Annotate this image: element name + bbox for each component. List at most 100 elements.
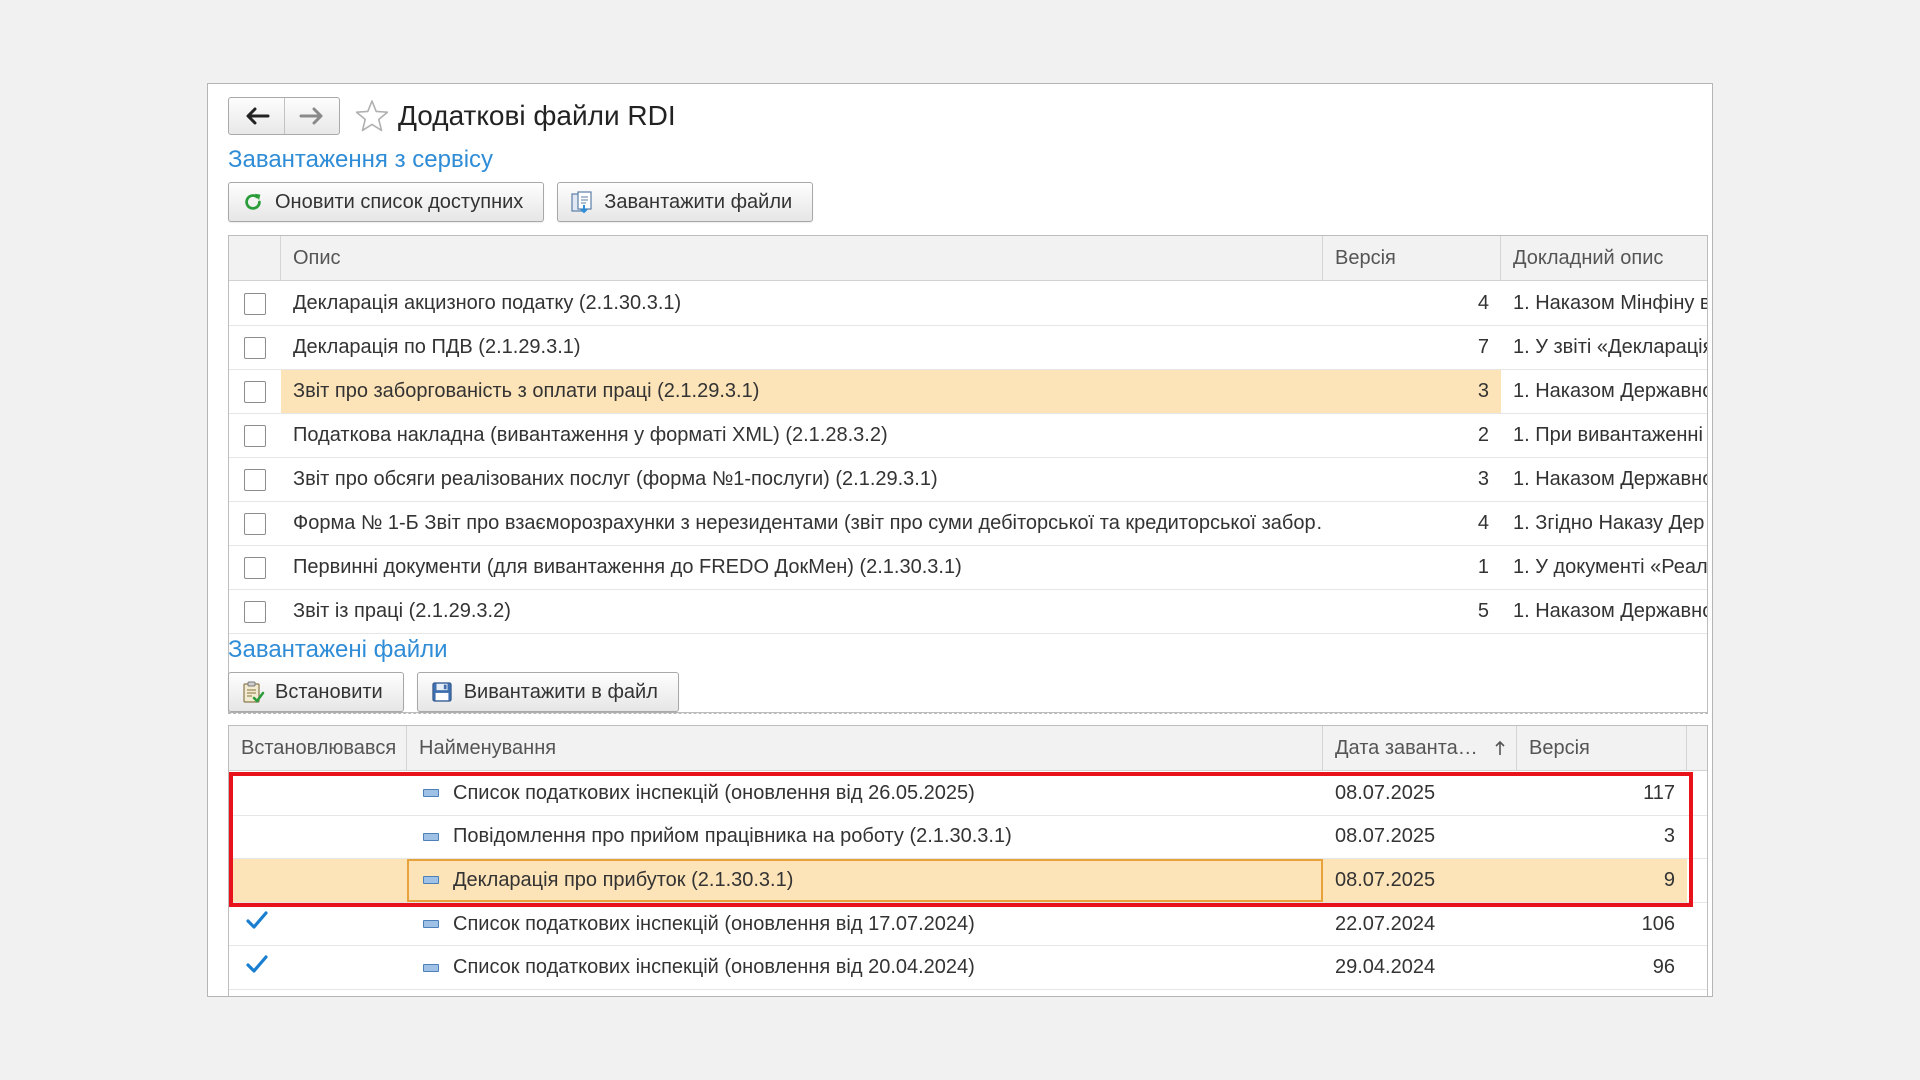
row-version: 117: [1643, 781, 1675, 804]
column-details[interactable]: Докладний опис: [1501, 236, 1707, 280]
row-description: Звіт про заборгованість з оплати праці (…: [281, 370, 1323, 413]
service-row[interactable]: Первинні документи (для вивантаження до …: [229, 546, 1707, 590]
row-description: Звіт із праці (2.1.29.3.2): [293, 600, 511, 622]
row-installed: [229, 772, 407, 815]
service-row[interactable]: Декларація по ПДВ (2.1.29.3.1) 7 1. У звіт…: [229, 326, 1707, 370]
row-description: Форма № 1-Б Звіт про взаєморозрахунки з …: [293, 512, 1323, 534]
row-details: 1. При вивантаженні: [1513, 424, 1703, 446]
refresh-icon: [241, 190, 265, 214]
column-version[interactable]: Версія: [1323, 236, 1501, 280]
document-icon: [423, 876, 439, 885]
row-version: 1: [1477, 556, 1489, 578]
refresh-list-button[interactable]: Оновити список доступних: [228, 182, 545, 222]
column-installed[interactable]: Встановлювався: [229, 726, 407, 770]
downloaded-files-table[interactable]: Встановлювався Найменування Дата заванта…: [228, 725, 1708, 996]
service-row[interactable]: Звіт із праці (2.1.29.3.2) 5 1. Наказом Де…: [229, 590, 1707, 634]
column-downloaded-version[interactable]: Версія: [1517, 726, 1687, 770]
row-checkbox-cell: [229, 546, 281, 589]
service-row[interactable]: Звіт про заборгованість з оплати праці (…: [229, 370, 1707, 414]
back-button[interactable]: [229, 98, 284, 134]
downloaded-row[interactable]: Декларація про прибуток (2.1.30.3.1) 08.0…: [229, 859, 1707, 903]
row-extra: [1687, 946, 1707, 989]
row-details: 1. Наказом Державно: [1513, 468, 1707, 490]
downloaded-row[interactable]: Список податкових інспекцій (оновлення в…: [229, 946, 1707, 990]
star-icon[interactable]: [354, 98, 390, 134]
row-checkbox[interactable]: [244, 336, 266, 359]
row-extra: [1687, 903, 1707, 946]
row-description: Декларація акцизного податку (2.1.30.3.1…: [293, 292, 682, 314]
row-installed: [229, 946, 407, 989]
downloaded-section-title: Завантажені файли: [228, 636, 448, 663]
row-version: 9: [1517, 859, 1687, 902]
arrow-right-icon: [299, 107, 323, 125]
row-version: 4: [1477, 512, 1489, 534]
row-name: Декларація про прибуток (2.1.30.3.1): [453, 868, 794, 891]
service-toolbar: Оновити список доступних Завантажити фай…: [228, 182, 814, 222]
document-icon: [423, 920, 439, 929]
column-date[interactable]: Дата заванта…: [1323, 726, 1517, 770]
checkmark-icon: [245, 954, 269, 982]
row-installed: [229, 903, 407, 946]
app-window: Додаткові файли RDI Завантаження з серві…: [207, 83, 1713, 997]
row-date: 08.07.2025: [1335, 781, 1436, 804]
column-extra: [1687, 726, 1707, 770]
row-name-cell: Список податкових інспекцій (оновлення в…: [407, 903, 1323, 946]
row-name: Повідомлення про прийом працівника на ро…: [453, 825, 1012, 848]
row-checkbox[interactable]: [244, 380, 266, 403]
downloaded-row[interactable]: Список податкових інспекцій (оновлення в…: [229, 772, 1707, 816]
row-name-cell: Повідомлення про прийом працівника на ро…: [407, 816, 1323, 859]
row-version: 96: [1652, 956, 1675, 979]
row-date: 22.07.2024: [1335, 912, 1436, 935]
service-row[interactable]: Звіт про обсяги реалізованих послуг (фор…: [229, 458, 1707, 502]
row-name: Список податкових інспекцій (оновлення в…: [453, 912, 975, 935]
service-files-table[interactable]: Опис Версія Докладний опис Декларація ак…: [228, 235, 1708, 713]
downloaded-table-header: Встановлювався Найменування Дата заванта…: [229, 726, 1707, 771]
download-files-label: Завантажити файли: [604, 190, 793, 213]
row-version: 4: [1477, 292, 1489, 314]
column-description[interactable]: Опис: [281, 236, 1323, 280]
service-section-title: Завантаження з сервісу: [228, 146, 494, 173]
sort-ascending-icon: [1495, 740, 1505, 755]
row-date: 08.07.2025: [1323, 859, 1517, 902]
refresh-list-label: Оновити список доступних: [275, 190, 524, 213]
install-icon: [241, 680, 265, 704]
downloaded-row[interactable]: Список податкових інспекцій (оновлення в…: [229, 903, 1707, 947]
row-details: 1. Наказом Державно: [1513, 600, 1707, 622]
row-date: 29.04.2024: [1335, 956, 1436, 979]
export-to-file-label: Вивантажити в файл: [463, 680, 658, 703]
row-checkbox-cell: [229, 458, 281, 501]
document-icon: [423, 789, 439, 798]
row-version: 2: [1477, 424, 1489, 446]
downloaded-row[interactable]: Повідомлення про прийом працівника на ро…: [229, 816, 1707, 860]
service-row[interactable]: Декларація акцизного податку (2.1.30.3.1…: [229, 282, 1707, 326]
row-checkbox[interactable]: [244, 292, 266, 315]
row-checkbox[interactable]: [244, 556, 266, 579]
row-checkbox[interactable]: [244, 424, 266, 447]
row-checkbox[interactable]: [244, 600, 266, 623]
forward-button[interactable]: [284, 98, 339, 134]
row-version: 3: [1477, 468, 1489, 490]
row-checkbox[interactable]: [244, 468, 266, 491]
row-details: 1. Наказом Мінфіну в: [1513, 292, 1707, 314]
row-extra: [1687, 816, 1707, 859]
export-to-file-button[interactable]: Вивантажити в файл: [416, 672, 679, 712]
row-version: 7: [1477, 336, 1489, 358]
row-details: 1. У документі «Реал: [1513, 556, 1707, 578]
download-files-button[interactable]: Завантажити файли: [557, 182, 814, 222]
row-checkbox-cell: [229, 590, 281, 633]
service-row[interactable]: Податкова накладна (вивантаження у форма…: [229, 414, 1707, 458]
download-files-icon: [570, 190, 594, 214]
row-checkbox[interactable]: [244, 512, 266, 535]
floppy-disk-icon: [430, 680, 454, 704]
document-icon: [423, 963, 439, 972]
row-description: Первинні документи (для вивантаження до …: [293, 556, 962, 578]
row-extra: [1687, 772, 1707, 815]
row-checkbox-cell: [229, 370, 281, 413]
document-icon: [423, 832, 439, 841]
row-checkbox-cell: [229, 282, 281, 325]
column-name[interactable]: Найменування: [407, 726, 1323, 770]
install-button[interactable]: Встановити: [228, 672, 404, 712]
section-divider: [228, 713, 1708, 714]
row-name-cell: Декларація про прибуток (2.1.30.3.1): [407, 859, 1323, 902]
service-row[interactable]: Форма № 1-Б Звіт про взаєморозрахунки з …: [229, 502, 1707, 546]
